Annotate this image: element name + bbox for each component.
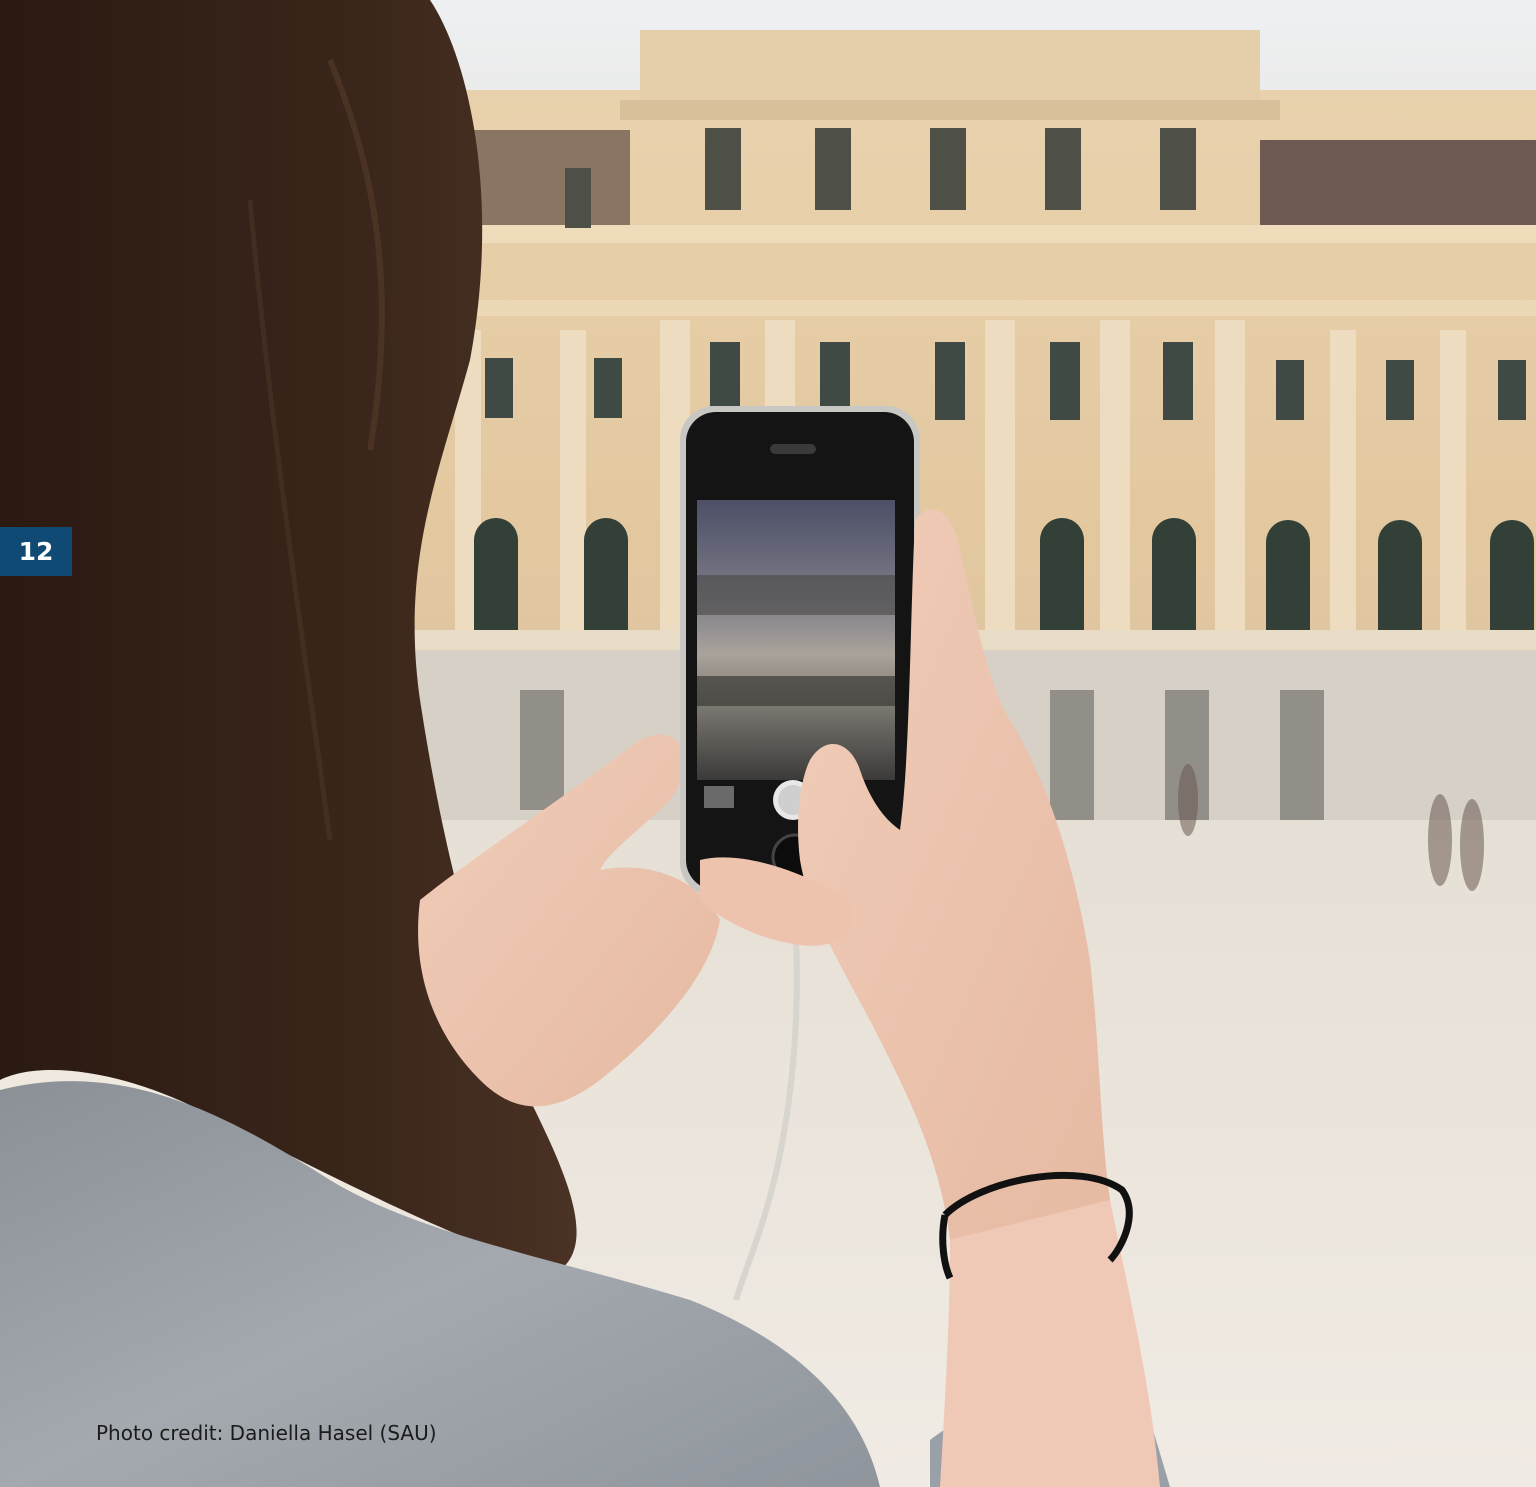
photo-credit: Photo credit: Daniella Hasel (SAU) (96, 1421, 437, 1445)
page: 12 Photo credit: Daniella Hasel (SAU) (0, 0, 1536, 1487)
page-number: 12 (0, 527, 72, 576)
photo (0, 0, 1536, 1487)
